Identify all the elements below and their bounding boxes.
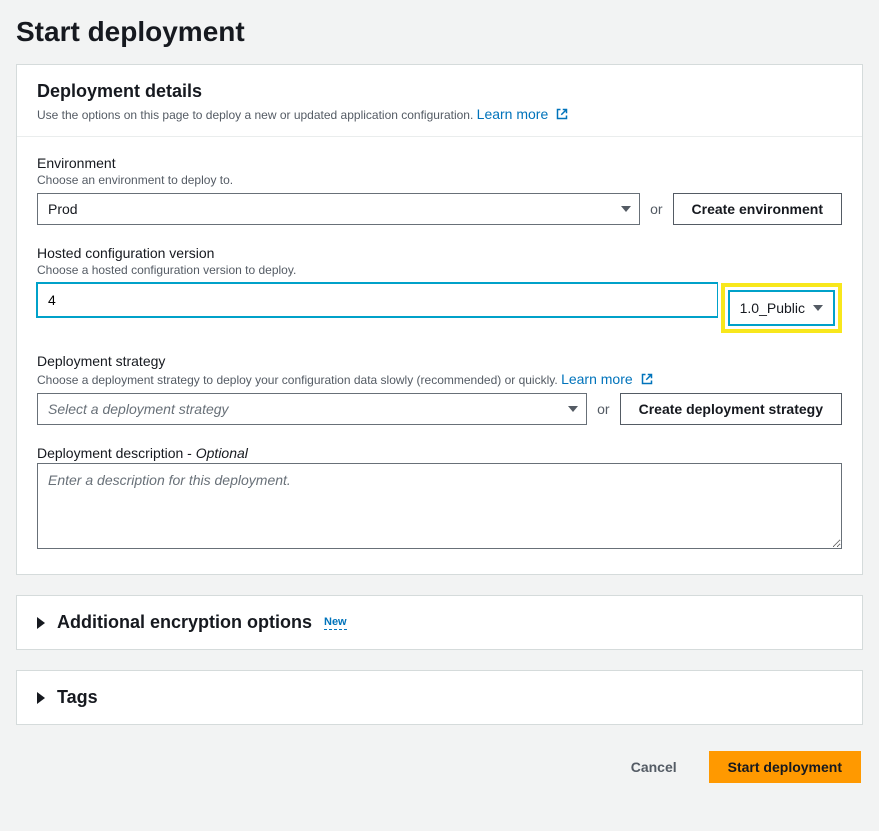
panel-header: Deployment details Use the options on th… [17,65,862,137]
chevron-down-icon [568,406,578,412]
hosted-config-version-input[interactable] [37,283,717,317]
description-label-optional: Optional [196,445,248,461]
learn-more-text: Learn more [477,106,549,122]
cancel-button[interactable]: Cancel [613,751,695,783]
strategy-desc-text: Choose a deployment strategy to deploy y… [37,373,558,387]
strategy-label: Deployment strategy [37,353,842,369]
footer-actions: Cancel Start deployment [16,745,863,785]
chevron-down-icon [621,206,631,212]
strategy-learn-more-link[interactable]: Learn more [561,371,652,387]
strategy-placeholder: Select a deployment strategy [48,401,229,417]
hosted-config-desc: Choose a hosted configuration version to… [37,263,842,277]
create-strategy-button[interactable]: Create deployment strategy [620,393,842,425]
description-label-main: Deployment description - [37,445,196,461]
environment-select[interactable]: Prod [37,193,640,225]
hosted-config-field: Hosted configuration version Choose a ho… [37,245,842,333]
environment-desc: Choose an environment to deploy to. [37,173,842,187]
disclosure-triangle-icon[interactable] [37,617,45,629]
learn-more-text: Learn more [561,371,633,387]
panel-body: Environment Choose an environment to dep… [17,137,862,574]
deployment-details-panel: Deployment details Use the options on th… [16,64,863,575]
encryption-title: Additional encryption options [57,612,312,633]
external-link-icon [641,371,653,387]
encryption-panel[interactable]: Additional encryption options New [16,595,863,650]
external-link-icon [556,106,568,122]
or-text: or [650,201,662,217]
hosted-config-version-picker[interactable]: 1.0_Public [729,291,834,325]
hosted-config-label: Hosted configuration version [37,245,842,261]
strategy-select[interactable]: Select a deployment strategy [37,393,587,425]
details-subtext-text: Use the options on this page to deploy a… [37,108,473,122]
details-title: Deployment details [37,81,842,102]
page-title: Start deployment [16,16,863,48]
description-textarea[interactable] [37,463,842,549]
strategy-field: Deployment strategy Choose a deployment … [37,353,842,425]
details-subtext: Use the options on this page to deploy a… [37,106,842,122]
environment-field: Environment Choose an environment to dep… [37,155,842,225]
version-picker-value: 1.0_Public [740,300,805,316]
new-badge: New [324,616,347,630]
start-deployment-button[interactable]: Start deployment [709,751,861,783]
or-text: or [597,401,609,417]
chevron-down-icon [813,305,823,311]
tags-panel[interactable]: Tags [16,670,863,725]
description-field: Deployment description - Optional [37,445,842,554]
disclosure-triangle-icon[interactable] [37,692,45,704]
environment-value: Prod [48,201,78,217]
description-label: Deployment description - Optional [37,445,842,461]
version-picker-highlight: 1.0_Public [721,283,842,333]
tags-title: Tags [57,687,98,708]
details-learn-more-link[interactable]: Learn more [477,106,568,122]
environment-label: Environment [37,155,842,171]
strategy-desc: Choose a deployment strategy to deploy y… [37,371,842,387]
create-environment-button[interactable]: Create environment [673,193,842,225]
